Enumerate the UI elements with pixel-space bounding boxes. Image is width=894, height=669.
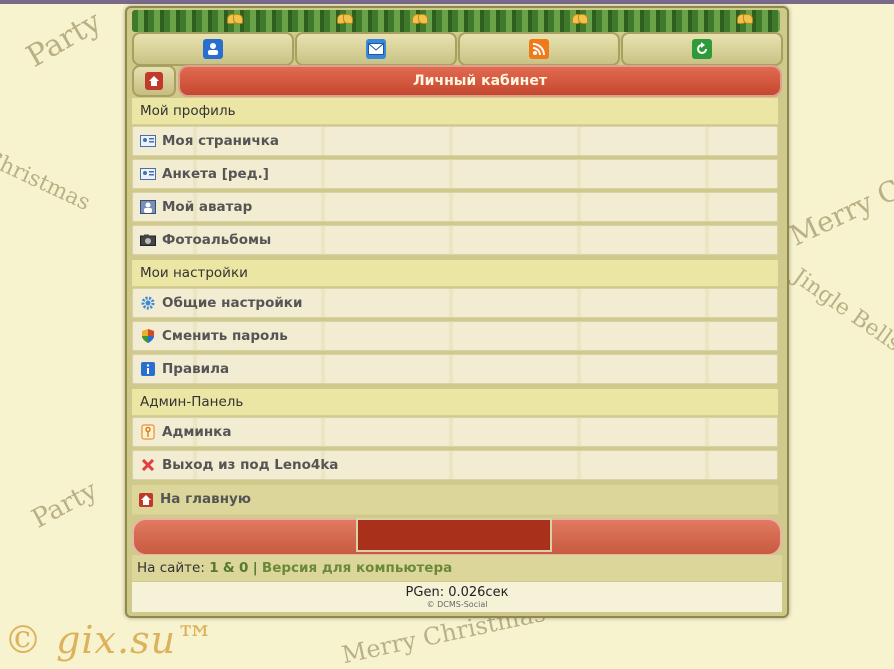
menu-item-profile-edit[interactable]: Анкета [ред.] <box>132 159 778 189</box>
camera-icon <box>140 232 156 248</box>
online-amp: & <box>222 560 235 576</box>
online-prefix: На сайте: <box>137 560 205 576</box>
section-title-settings: Мои настройки <box>132 260 778 287</box>
nav-profile-button[interactable] <box>132 32 294 66</box>
home-icon <box>138 492 154 508</box>
bow-icon <box>337 12 353 26</box>
menu-item-label: Общие настройки <box>162 295 303 311</box>
nav-rss-button[interactable] <box>458 32 620 66</box>
bg-doodle-party: Party <box>20 4 108 75</box>
bg-doodle-christmas: Christmas <box>0 145 94 216</box>
page-generation-time: PGen: 0.026сек <box>405 585 509 600</box>
online-guests-link[interactable]: 0 <box>239 560 248 576</box>
bg-doodle-merry-christmas: Merry Christmas <box>784 120 894 253</box>
section-title-admin: Админ-Панель <box>132 389 778 416</box>
bow-icon <box>227 12 243 26</box>
header-home-button[interactable] <box>132 65 176 97</box>
page-header: Личный кабинет <box>132 65 782 97</box>
menu-item-my-page[interactable]: Моя страничка <box>132 126 778 156</box>
id-card-icon <box>140 133 156 149</box>
menu-item-label: Админка <box>162 424 232 440</box>
menu-item-label: Правила <box>162 361 230 377</box>
info-icon <box>140 361 156 377</box>
bow-icon <box>737 12 753 26</box>
bow-icon <box>412 12 428 26</box>
mail-icon <box>366 39 386 59</box>
menu-item-label: Мой аватар <box>162 199 253 215</box>
home-link[interactable]: На главную <box>132 485 778 515</box>
online-users-link[interactable]: 1 <box>209 560 218 576</box>
menu-item-label: Моя страничка <box>162 133 280 149</box>
copyright: © DCMS-Social <box>426 600 488 609</box>
page-title: Личный кабинет <box>178 65 782 97</box>
menu-item-change-password[interactable]: Сменить пароль <box>132 321 778 351</box>
separator: | <box>252 560 258 576</box>
home-icon <box>145 72 163 90</box>
nav-mail-button[interactable] <box>295 32 457 66</box>
desktop-version-link[interactable]: Версия для компьютера <box>262 560 452 576</box>
menu-item-label: Анкета [ред.] <box>162 166 269 182</box>
menu-item-label: Фотоальбомы <box>162 232 272 248</box>
bg-doodle-jingle-bells: Jingle Bells <box>788 264 894 357</box>
bow-icon <box>572 12 588 26</box>
section-title-profile: Мой профиль <box>132 98 778 125</box>
bg-doodle-party-2: Party <box>27 475 103 535</box>
rss-icon <box>529 39 549 59</box>
menu-item-logout-as[interactable]: Выход из под Leno4ka <box>132 450 778 480</box>
user-icon <box>203 39 223 59</box>
top-border-line <box>0 0 894 4</box>
shield-icon <box>140 328 156 344</box>
key-icon <box>140 424 156 440</box>
menu-item-general-settings[interactable]: Общие настройки <box>132 288 778 318</box>
id-card-icon <box>140 166 156 182</box>
bottom-ad-bar <box>132 518 782 556</box>
christmas-garland <box>132 10 780 32</box>
page-footer: PGen: 0.026сек © DCMS-Social <box>132 582 782 612</box>
menu-item-rules[interactable]: Правила <box>132 354 778 384</box>
gear-icon <box>140 295 156 311</box>
watermark: © gix.su™ <box>4 618 216 662</box>
home-link-label: На главную <box>160 491 251 507</box>
nav-refresh-button[interactable] <box>621 32 783 66</box>
avatar-icon <box>140 199 156 215</box>
refresh-icon <box>692 39 712 59</box>
menu-item-label: Выход из под Leno4ka <box>162 457 339 473</box>
menu-item-admin[interactable]: Админка <box>132 417 778 447</box>
bottom-banner-slot[interactable] <box>356 518 552 552</box>
menu-item-label: Сменить пароль <box>162 328 288 344</box>
online-status-bar: На сайте: 1 & 0 | Версия для компьютера <box>132 555 782 581</box>
menu-item-photo-albums[interactable]: Фотоальбомы <box>132 225 778 255</box>
menu-item-avatar[interactable]: Мой аватар <box>132 192 778 222</box>
main-panel: Личный кабинет Мой профиль Моя страничка… <box>125 6 789 618</box>
close-icon <box>140 457 156 473</box>
